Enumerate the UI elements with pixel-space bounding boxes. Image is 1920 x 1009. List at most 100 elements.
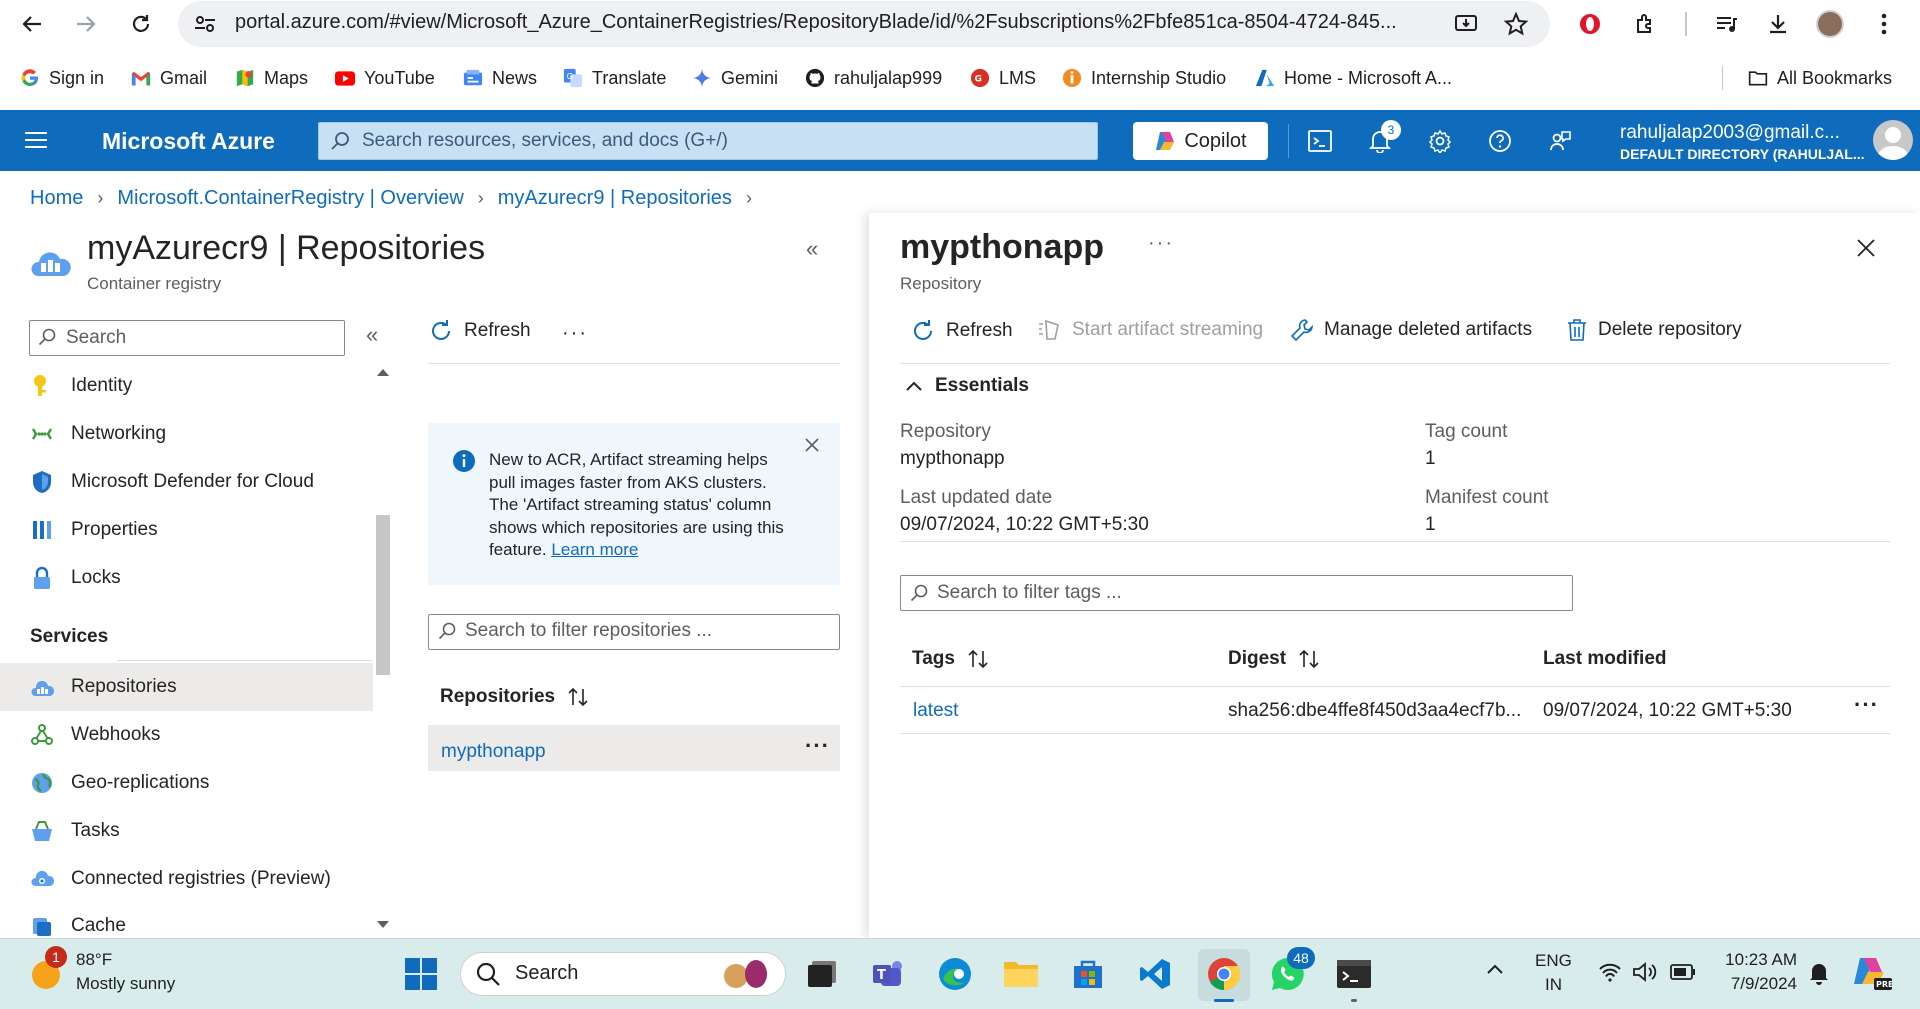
feedback-icon[interactable] (1544, 125, 1576, 157)
close-icon[interactable] (805, 438, 819, 452)
extensions-icon[interactable] (1630, 8, 1662, 40)
menu-scrollbar[interactable] (373, 365, 393, 940)
bookmark-news[interactable]: News (463, 62, 537, 94)
menu-item-properties[interactable]: Properties (0, 506, 373, 554)
menu-item-networking[interactable]: Networking (0, 410, 373, 458)
media-control-icon[interactable] (1710, 8, 1742, 40)
all-bookmarks[interactable]: All Bookmarks (1748, 62, 1892, 94)
account-avatar[interactable] (1873, 120, 1913, 160)
edge-icon[interactable] (933, 952, 977, 996)
teams-icon[interactable]: T (866, 952, 910, 996)
file-explorer-icon[interactable] (999, 952, 1043, 996)
bookmark-maps[interactable]: Maps (235, 62, 308, 94)
delete-repository-button[interactable]: Delete repository (1566, 318, 1742, 342)
essentials-toggle[interactable]: Essentials (905, 375, 1029, 397)
refresh-label: Refresh (946, 320, 1013, 341)
essentials-tag-count-value: 1 (1425, 448, 1436, 469)
detail-refresh-button[interactable]: Refresh (910, 318, 1013, 344)
row-more-actions-icon[interactable]: ··· (805, 733, 830, 759)
windows-start-icon[interactable] (399, 952, 443, 996)
clock-time[interactable]: 10:23 AM (1719, 950, 1797, 970)
start-artifact-streaming-button[interactable]: Start artifact streaming (1036, 318, 1263, 342)
bookmark-lms[interactable]: G LMS (970, 62, 1036, 94)
opera-extension-icon[interactable] (1574, 8, 1606, 40)
tasks-icon (30, 819, 54, 843)
menu-item-connected-registries[interactable]: Connected registries (Preview) (0, 855, 373, 903)
microsoft-store-icon[interactable] (1066, 952, 1110, 996)
tag-row-more-actions-icon[interactable]: ··· (1854, 692, 1879, 718)
bookmark-gemini[interactable]: Gemini (692, 62, 778, 94)
more-menu-icon[interactable] (1868, 8, 1900, 40)
menu-item-webhooks[interactable]: Webhooks (0, 711, 373, 759)
menu-item-defender[interactable]: Microsoft Defender for Cloud (0, 458, 373, 506)
essentials-last-updated-value: 09/07/2024, 10:22 GMT+5:30 (900, 514, 1149, 535)
column-header-digest[interactable]: Digest (1228, 648, 1322, 670)
install-app-icon[interactable] (1450, 8, 1482, 40)
bookmark-gmail[interactable]: Gmail (131, 62, 207, 94)
reload-icon[interactable] (125, 8, 157, 40)
site-info-icon[interactable] (192, 11, 218, 37)
terminal-icon[interactable] (1332, 952, 1376, 996)
learn-more-link[interactable]: Learn more (551, 540, 638, 559)
bookmark-youtube[interactable]: YouTube (335, 62, 435, 94)
bookmark-azure-home[interactable]: Home - Microsoft A... (1255, 62, 1452, 94)
breadcrumb-home[interactable]: Home (30, 187, 83, 210)
weather-description[interactable]: Mostly sunny (76, 974, 175, 994)
menu-item-locks[interactable]: Locks (0, 554, 373, 602)
column-header-tags[interactable]: Tags (912, 648, 991, 670)
region-indicator[interactable]: IN (1545, 975, 1562, 995)
profile-avatar-icon[interactable] (1814, 8, 1846, 40)
menu-item-identity[interactable]: Identity (0, 362, 373, 410)
account-email[interactable]: rahuljalap2003@gmail.c... (1620, 122, 1840, 144)
chevron-up-icon[interactable] (1486, 963, 1504, 975)
breadcrumb-registry-overview[interactable]: Microsoft.ContainerRegistry | Overview (117, 187, 463, 210)
download-icon[interactable] (1762, 8, 1794, 40)
collapse-menu-icon[interactable]: « (366, 322, 378, 348)
scroll-down-arrow-icon[interactable] (377, 921, 389, 928)
scrollbar-thumb[interactable] (376, 515, 390, 675)
bookmark-github[interactable]: rahuljalap999 (805, 62, 942, 94)
tag-link[interactable]: latest (913, 700, 958, 722)
cloud-shell-icon[interactable] (1304, 125, 1336, 157)
bookmark-translate[interactable]: G Translate (563, 62, 666, 94)
copilot-taskbar-icon[interactable]: PRE (1852, 956, 1892, 992)
wifi-icon[interactable] (1598, 962, 1622, 982)
settings-gear-icon[interactable] (1424, 125, 1456, 157)
task-view-icon[interactable] (800, 952, 844, 996)
chrome-icon[interactable] (1202, 952, 1246, 996)
menu-item-tasks[interactable]: Tasks (0, 807, 373, 855)
repo-more-actions-icon[interactable]: ··· (562, 322, 588, 345)
forward-icon[interactable] (70, 8, 102, 40)
breadcrumb-repositories[interactable]: myAzurecr9 | Repositories (498, 187, 732, 210)
battery-icon[interactable] (1670, 964, 1696, 980)
repository-link[interactable]: mypthonapp (441, 741, 546, 763)
hamburger-menu-icon[interactable] (24, 130, 48, 150)
manage-deleted-artifacts-button[interactable]: Manage deleted artifacts (1290, 318, 1532, 342)
collapse-blade-icon[interactable]: « (806, 236, 818, 262)
account-directory[interactable]: DEFAULT DIRECTORY (RAHULJAL... (1620, 146, 1865, 162)
repositories-column-header[interactable]: Repositories (440, 686, 591, 708)
weather-temperature[interactable]: 88°F (76, 950, 112, 970)
menu-item-cache[interactable]: Cache (0, 903, 373, 938)
bookmark-sign-in[interactable]: Sign in (20, 62, 104, 94)
language-indicator[interactable]: ENG (1535, 951, 1572, 971)
close-icon[interactable] (1856, 238, 1876, 258)
url-text[interactable]: portal.azure.com/#view/Microsoft_Azure_C… (235, 11, 1450, 34)
bookmark-internship-studio[interactable]: Internship Studio (1062, 62, 1226, 94)
bookmark-star-icon[interactable] (1500, 8, 1532, 40)
clock-date[interactable]: 7/9/2024 (1719, 974, 1797, 994)
vscode-icon[interactable] (1133, 952, 1177, 996)
menu-item-repositories[interactable]: Repositories (0, 663, 373, 711)
volume-icon[interactable] (1632, 961, 1658, 983)
azure-brand[interactable]: Microsoft Azure (102, 128, 275, 155)
detail-more-actions-icon[interactable]: ··· (1148, 232, 1174, 255)
column-header-last-modified[interactable]: Last modified (1543, 648, 1667, 670)
menu-item-geo-replications[interactable]: Geo-replications (0, 759, 373, 807)
copilot-button[interactable]: Copilot (1133, 122, 1268, 160)
back-icon[interactable] (16, 8, 48, 40)
scroll-up-arrow-icon[interactable] (377, 369, 389, 376)
help-icon[interactable] (1484, 125, 1516, 157)
webhooks-icon (30, 723, 54, 747)
notification-center-bell-icon[interactable] (1808, 961, 1830, 985)
repo-refresh-button[interactable]: Refresh (428, 318, 531, 344)
